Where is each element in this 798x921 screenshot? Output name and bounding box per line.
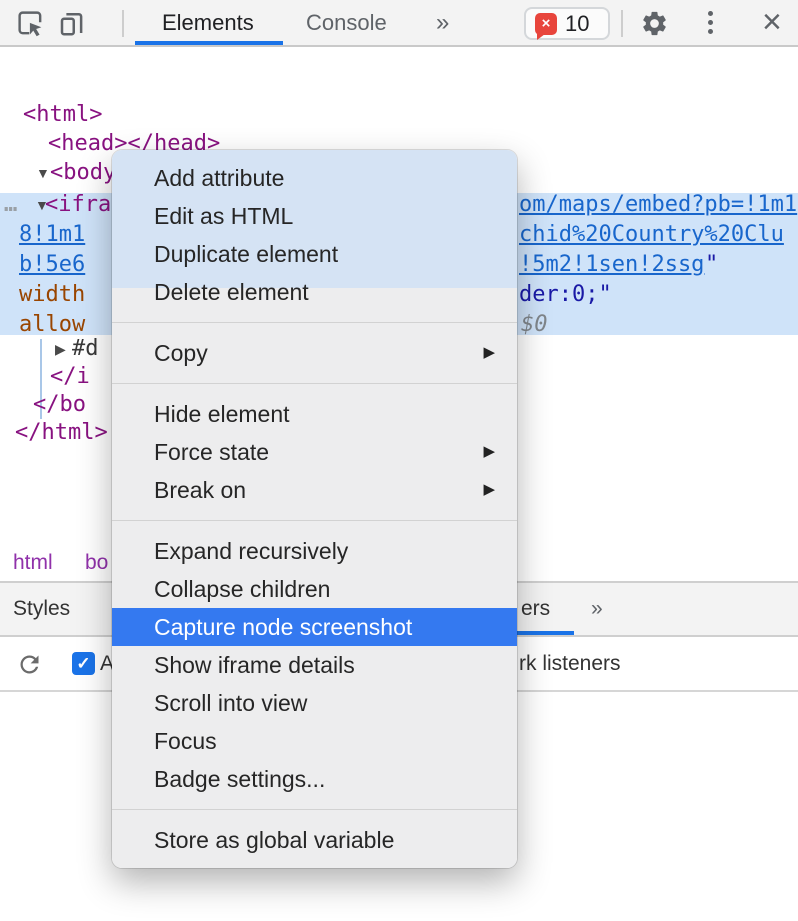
menu-item-focus[interactable]: Focus [112, 722, 517, 760]
menu-item-scroll-into-view[interactable]: Scroll into view [112, 684, 517, 722]
menu-item-force-state[interactable]: Force state ▶ [112, 433, 517, 471]
refresh-icon[interactable] [16, 651, 43, 678]
menu-item-store-as-global-variable[interactable]: Store as global variable [112, 821, 517, 859]
menu-item-label: Show iframe details [154, 652, 355, 678]
tab-styles[interactable]: Styles [13, 583, 70, 635]
error-icon: × [535, 13, 557, 35]
document-node-partial[interactable]: #d [72, 334, 99, 364]
iframe-src-link-left2[interactable]: 8!1m1 [19, 220, 85, 250]
submenu-arrow-icon: ▶ [483, 433, 495, 471]
menu-item-copy[interactable]: Copy ▶ [112, 334, 517, 372]
iframe-width-attr[interactable]: width [19, 280, 85, 310]
html-open-tag[interactable]: <html> [23, 100, 102, 130]
document-expand-arrow[interactable]: ▶ [55, 334, 66, 364]
devtools-window: Elements Console » × 10 × html bo Styles… [0, 0, 798, 921]
menu-item-label: Capture node screenshot [154, 614, 412, 640]
breadcrumb-item-body[interactable]: bo [85, 545, 108, 581]
html-close-tag[interactable]: </html> [15, 418, 108, 448]
menu-item-label: Duplicate element [154, 241, 338, 267]
menu-item-label: Scroll into view [154, 690, 307, 716]
menu-item-capture-node-screenshot[interactable]: Capture node screenshot [112, 608, 517, 646]
body-expand-arrow[interactable]: ▼ [36, 158, 50, 188]
menu-item-label: Badge settings... [154, 766, 325, 792]
menu-item-duplicate-element[interactable]: Duplicate element [112, 235, 517, 273]
active-tab-underline [135, 41, 283, 45]
menu-item-label: Break on [154, 477, 246, 503]
menu-item-expand-recursively[interactable]: Expand recursively [112, 532, 517, 570]
sidebar-active-tab-underline [514, 631, 574, 635]
ancestors-checkbox[interactable]: ✓ [72, 652, 95, 675]
body-close-tag-partial[interactable]: </bo [33, 390, 86, 420]
iframe-src-close-quote[interactable]: " [705, 250, 718, 280]
menu-item-label: Hide element [154, 401, 290, 427]
menu-separator [112, 809, 517, 810]
menu-item-label: Delete element [154, 279, 309, 305]
menu-separator [112, 520, 517, 521]
menu-item-label: Edit as HTML [154, 203, 293, 229]
more-tabs-chevron[interactable]: » [436, 0, 449, 45]
equals-dollar-zero[interactable]: $0 [521, 310, 548, 340]
row-actions-dots[interactable]: … [4, 190, 18, 220]
toolbar-divider-2 [621, 10, 623, 37]
gear-icon[interactable] [640, 9, 669, 38]
menu-item-label: Add attribute [154, 165, 284, 191]
iframe-src-link-part2[interactable]: chid%20Country%20Clu [519, 220, 784, 250]
iframe-src-link-left3[interactable]: b!5e6 [19, 250, 85, 280]
more-options-icon[interactable] [708, 11, 713, 34]
iframe-src-link-part1[interactable]: om/maps/embed?pb=!1m1 [519, 190, 797, 220]
menu-item-label: Force state [154, 439, 269, 465]
close-icon[interactable]: × [762, 0, 782, 44]
breadcrumb-item-html[interactable]: html [13, 545, 53, 581]
menu-item-add-attribute[interactable]: Add attribute [112, 159, 517, 197]
iframe-src-link-part3[interactable]: !5m2!1sen!2ssg [519, 250, 704, 280]
menu-item-edit-as-html[interactable]: Edit as HTML [112, 197, 517, 235]
menu-item-label: Store as global variable [154, 827, 394, 853]
iframe-close-tag-partial[interactable]: </i [50, 362, 90, 392]
devtools-toolbar: Elements Console » × 10 × [0, 0, 798, 47]
submenu-arrow-icon: ▶ [483, 471, 495, 509]
menu-item-badge-settings[interactable]: Badge settings... [112, 760, 517, 798]
iframe-style-value-part[interactable]: der:0;" [519, 280, 612, 310]
menu-item-collapse-children[interactable]: Collapse children [112, 570, 517, 608]
menu-item-show-iframe-details[interactable]: Show iframe details [112, 646, 517, 684]
sidebar-more-tabs-chevron[interactable]: » [591, 583, 603, 635]
tab-elements[interactable]: Elements [162, 0, 254, 45]
error-count-badge[interactable]: × 10 [524, 7, 610, 40]
menu-item-label: Focus [154, 728, 217, 754]
menu-item-hide-element[interactable]: Hide element [112, 395, 517, 433]
toolbar-divider [122, 10, 124, 37]
menu-item-label: Expand recursively [154, 538, 348, 564]
device-toolbar-icon[interactable] [57, 8, 87, 38]
menu-item-label: Copy [154, 340, 208, 366]
iframe-open-tag-partial[interactable]: <ifra [45, 190, 111, 220]
menu-separator [112, 383, 517, 384]
tab-event-listeners-partial[interactable]: ers [521, 583, 550, 635]
submenu-arrow-icon: ▶ [483, 334, 495, 372]
menu-item-label: Collapse children [154, 576, 330, 602]
inspect-element-icon[interactable] [16, 9, 45, 38]
menu-item-delete-element[interactable]: Delete element [112, 273, 517, 311]
framework-listeners-label-partial[interactable]: rk listeners [519, 637, 621, 690]
tab-console[interactable]: Console [306, 0, 387, 45]
menu-separator [112, 322, 517, 323]
menu-item-break-on[interactable]: Break on ▶ [112, 471, 517, 509]
error-count: 10 [565, 11, 589, 37]
context-menu: Add attribute Edit as HTML Duplicate eleme… [112, 150, 517, 868]
